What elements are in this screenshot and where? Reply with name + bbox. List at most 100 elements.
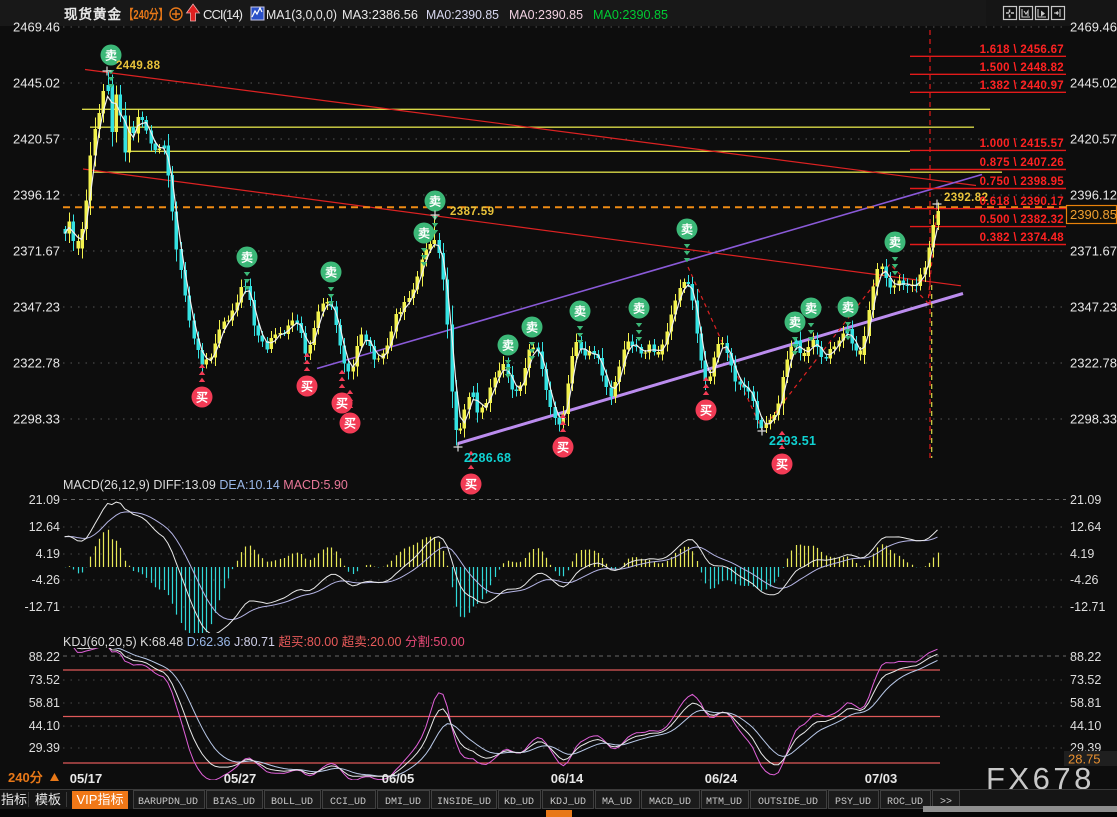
svg-text:MA_UD: MA_UD bbox=[602, 797, 632, 808]
svg-text:1.618 \ 2456.67: 1.618 \ 2456.67 bbox=[980, 44, 1064, 56]
svg-text:1.000 \ 2415.57: 1.000 \ 2415.57 bbox=[980, 138, 1064, 150]
svg-text:0.750 \ 2398.95: 0.750 \ 2398.95 bbox=[980, 176, 1065, 188]
svg-text:卖: 卖 bbox=[574, 304, 586, 319]
svg-text:2322.78: 2322.78 bbox=[1070, 356, 1117, 371]
svg-text:07/03: 07/03 bbox=[865, 771, 898, 786]
svg-text:2390.85: 2390.85 bbox=[1070, 207, 1117, 222]
svg-text:卖: 卖 bbox=[241, 250, 253, 265]
svg-text:-4.26: -4.26 bbox=[1070, 573, 1099, 587]
svg-text:2298.33: 2298.33 bbox=[1070, 412, 1117, 427]
svg-text:指标: 指标 bbox=[1, 792, 27, 807]
svg-text:CCI_UD: CCI_UD bbox=[330, 797, 366, 808]
svg-text:2420.57: 2420.57 bbox=[13, 132, 60, 147]
svg-text:2371.67: 2371.67 bbox=[1070, 244, 1117, 259]
svg-text:0.500 \ 2382.32: 0.500 \ 2382.32 bbox=[980, 214, 1064, 226]
svg-text:VIP指标: VIP指标 bbox=[77, 792, 124, 807]
svg-text:卖: 卖 bbox=[681, 222, 693, 237]
svg-text:2347.23: 2347.23 bbox=[1070, 300, 1117, 315]
svg-text:INSIDE_UD: INSIDE_UD bbox=[437, 797, 491, 808]
svg-text:06/05: 06/05 bbox=[382, 771, 415, 786]
svg-text:06/14: 06/14 bbox=[551, 771, 584, 786]
svg-text:KD_UD: KD_UD bbox=[504, 797, 534, 808]
svg-text:88.22: 88.22 bbox=[1070, 650, 1101, 664]
svg-text:DMI_UD: DMI_UD bbox=[385, 797, 421, 808]
svg-text:卖: 卖 bbox=[418, 226, 430, 241]
svg-text:06/24: 06/24 bbox=[705, 771, 738, 786]
svg-text:买: 买 bbox=[776, 458, 788, 472]
svg-text:现货黄金: 现货黄金 bbox=[64, 6, 122, 22]
svg-text:BARUPDN_UD: BARUPDN_UD bbox=[138, 797, 198, 808]
svg-text:买: 买 bbox=[344, 417, 356, 431]
svg-text:12.64: 12.64 bbox=[29, 520, 60, 534]
svg-text:买: 买 bbox=[557, 441, 569, 455]
svg-text:29.39: 29.39 bbox=[29, 741, 60, 755]
svg-text:买: 买 bbox=[700, 404, 712, 418]
svg-text:PSY_UD: PSY_UD bbox=[835, 797, 871, 808]
svg-text:05/27: 05/27 bbox=[224, 771, 257, 786]
svg-text:58.81: 58.81 bbox=[29, 696, 60, 710]
svg-text:2298.33: 2298.33 bbox=[13, 412, 60, 427]
svg-text:2396.12: 2396.12 bbox=[13, 188, 60, 203]
svg-text:MA1(3,0,0,0): MA1(3,0,0,0) bbox=[266, 7, 337, 22]
svg-text:05/17: 05/17 bbox=[70, 771, 103, 786]
svg-text:58.81: 58.81 bbox=[1070, 696, 1101, 710]
svg-text:买: 买 bbox=[465, 478, 477, 492]
svg-text:2469.46: 2469.46 bbox=[13, 20, 60, 35]
svg-text:1.382 \ 2440.97: 1.382 \ 2440.97 bbox=[980, 80, 1064, 92]
svg-text:卖: 卖 bbox=[526, 320, 538, 335]
svg-text:2293.51: 2293.51 bbox=[769, 434, 816, 448]
svg-text:MACD_UD: MACD_UD bbox=[649, 797, 691, 808]
svg-text:240分: 240分 bbox=[8, 770, 43, 785]
svg-text:BIAS_UD: BIAS_UD bbox=[213, 797, 255, 808]
svg-text:21.09: 21.09 bbox=[1070, 493, 1101, 507]
svg-text:买: 买 bbox=[196, 391, 208, 405]
svg-text:MA0:2390.85: MA0:2390.85 bbox=[593, 7, 668, 22]
svg-text:-4.26: -4.26 bbox=[32, 573, 61, 587]
svg-text:4.19: 4.19 bbox=[36, 547, 60, 561]
svg-text:买: 买 bbox=[336, 397, 348, 411]
svg-text:MA3:2386.56: MA3:2386.56 bbox=[342, 7, 418, 22]
svg-text:0.382 \ 2374.48: 0.382 \ 2374.48 bbox=[980, 232, 1065, 244]
svg-text:MA0:2390.85: MA0:2390.85 bbox=[509, 7, 583, 22]
svg-text:2387.59: 2387.59 bbox=[450, 206, 494, 218]
svg-text:卖: 卖 bbox=[325, 265, 337, 280]
svg-text:卖: 卖 bbox=[502, 338, 514, 353]
svg-text:-12.71: -12.71 bbox=[1070, 600, 1105, 614]
svg-text:2322.78: 2322.78 bbox=[13, 356, 60, 371]
svg-text:1.500 \ 2448.82: 1.500 \ 2448.82 bbox=[980, 62, 1064, 74]
svg-text:2420.57: 2420.57 bbox=[1070, 132, 1117, 147]
svg-text:-12.71: -12.71 bbox=[25, 600, 60, 614]
svg-text:卖: 卖 bbox=[842, 300, 854, 315]
svg-text:模板: 模板 bbox=[35, 792, 61, 807]
svg-text:买: 买 bbox=[301, 380, 313, 394]
svg-text:2449.88: 2449.88 bbox=[116, 60, 161, 72]
svg-text:2286.68: 2286.68 bbox=[464, 451, 511, 465]
svg-text:0.618 \ 2390.17: 0.618 \ 2390.17 bbox=[980, 196, 1064, 208]
svg-text:73.52: 73.52 bbox=[1070, 673, 1101, 687]
svg-text:88.22: 88.22 bbox=[29, 650, 60, 664]
svg-text:卖: 卖 bbox=[633, 301, 645, 316]
svg-text:ROC_UD: ROC_UD bbox=[887, 797, 923, 808]
svg-text:44.10: 44.10 bbox=[29, 719, 60, 733]
svg-text:44.10: 44.10 bbox=[1070, 719, 1101, 733]
svg-text:2396.12: 2396.12 bbox=[1070, 188, 1117, 203]
svg-text:MA0:2390.85: MA0:2390.85 bbox=[426, 7, 499, 22]
svg-text:卖: 卖 bbox=[805, 301, 817, 316]
svg-text:卖: 卖 bbox=[789, 315, 801, 330]
svg-text:2445.02: 2445.02 bbox=[1070, 76, 1117, 91]
svg-text:卖: 卖 bbox=[429, 194, 441, 209]
svg-text:2371.67: 2371.67 bbox=[13, 244, 60, 259]
svg-text:卖: 卖 bbox=[889, 235, 901, 250]
svg-text:FX678: FX678 bbox=[986, 761, 1095, 796]
svg-text:21.09: 21.09 bbox=[29, 493, 60, 507]
svg-text:KDJ_UD: KDJ_UD bbox=[550, 797, 586, 808]
svg-text:MTM_UD: MTM_UD bbox=[706, 797, 742, 808]
svg-text:12.64: 12.64 bbox=[1070, 520, 1101, 534]
svg-text:4.19: 4.19 bbox=[1070, 547, 1094, 561]
svg-text:2347.23: 2347.23 bbox=[13, 300, 60, 315]
svg-text:2445.02: 2445.02 bbox=[13, 76, 60, 91]
svg-text:BOLL_UD: BOLL_UD bbox=[271, 797, 313, 808]
svg-text:2469.46: 2469.46 bbox=[1070, 20, 1117, 35]
svg-text:0.875 \ 2407.26: 0.875 \ 2407.26 bbox=[980, 157, 1064, 169]
svg-text:MACD(26,12,9) DIFF:13.09 DEA: MACD(26,12,9) DIFF:13.09 DEA:10.14 MACD:… bbox=[63, 478, 348, 492]
